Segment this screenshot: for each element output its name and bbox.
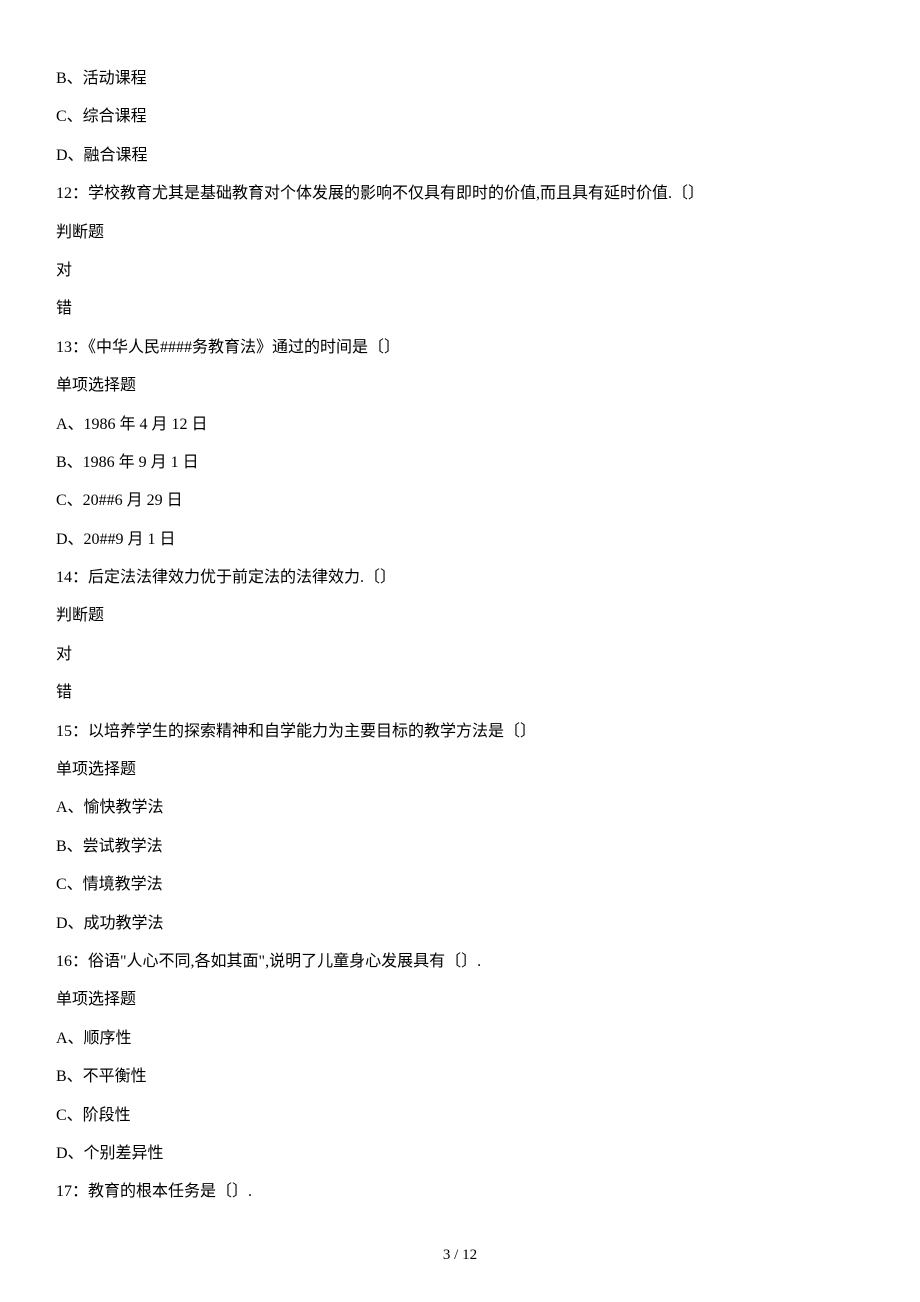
option-text: A、愉快教学法	[56, 789, 864, 827]
option-text: D、成功教学法	[56, 905, 864, 943]
option-text: 错	[56, 674, 864, 712]
option-text: B、尝试教学法	[56, 828, 864, 866]
option-text: A、1986 年 4 月 12 日	[56, 406, 864, 444]
option-text: C、综合课程	[56, 98, 864, 136]
question-type: 判断题	[56, 597, 864, 635]
option-text: 对	[56, 252, 864, 290]
option-text: 错	[56, 290, 864, 328]
option-text: C、20##6 月 29 日	[56, 482, 864, 520]
question-stem: 14：后定法法律效力优于前定法的法律效力.〔〕	[56, 559, 864, 597]
option-text: B、活动课程	[56, 60, 864, 98]
question-stem: 12：学校教育尤其是基础教育对个体发展的影响不仅具有即时的价值,而且具有延时价值…	[56, 175, 864, 213]
option-text: D、个别差异性	[56, 1135, 864, 1173]
option-text: C、情境教学法	[56, 866, 864, 904]
page-number: 3 / 12	[0, 1247, 920, 1264]
option-text: B、不平衡性	[56, 1058, 864, 1096]
option-text: B、1986 年 9 月 1 日	[56, 444, 864, 482]
option-text: 对	[56, 636, 864, 674]
question-type: 单项选择题	[56, 367, 864, 405]
option-text: D、20##9 月 1 日	[56, 521, 864, 559]
question-stem: 13：《中华人民####务教育法》通过的时间是〔〕	[56, 329, 864, 367]
question-type: 判断题	[56, 214, 864, 252]
option-text: D、融合课程	[56, 137, 864, 175]
question-type: 单项选择题	[56, 751, 864, 789]
question-type: 单项选择题	[56, 981, 864, 1019]
question-stem: 16：俗语"人心不同,各如其面",说明了儿童身心发展具有〔〕.	[56, 943, 864, 981]
question-stem: 17：教育的根本任务是〔〕.	[56, 1173, 864, 1211]
option-text: C、阶段性	[56, 1097, 864, 1135]
option-text: A、顺序性	[56, 1020, 864, 1058]
document-content: B、活动课程 C、综合课程 D、融合课程 12：学校教育尤其是基础教育对个体发展…	[56, 60, 864, 1212]
question-stem: 15：以培养学生的探索精神和自学能力为主要目标的教学方法是〔〕	[56, 713, 864, 751]
